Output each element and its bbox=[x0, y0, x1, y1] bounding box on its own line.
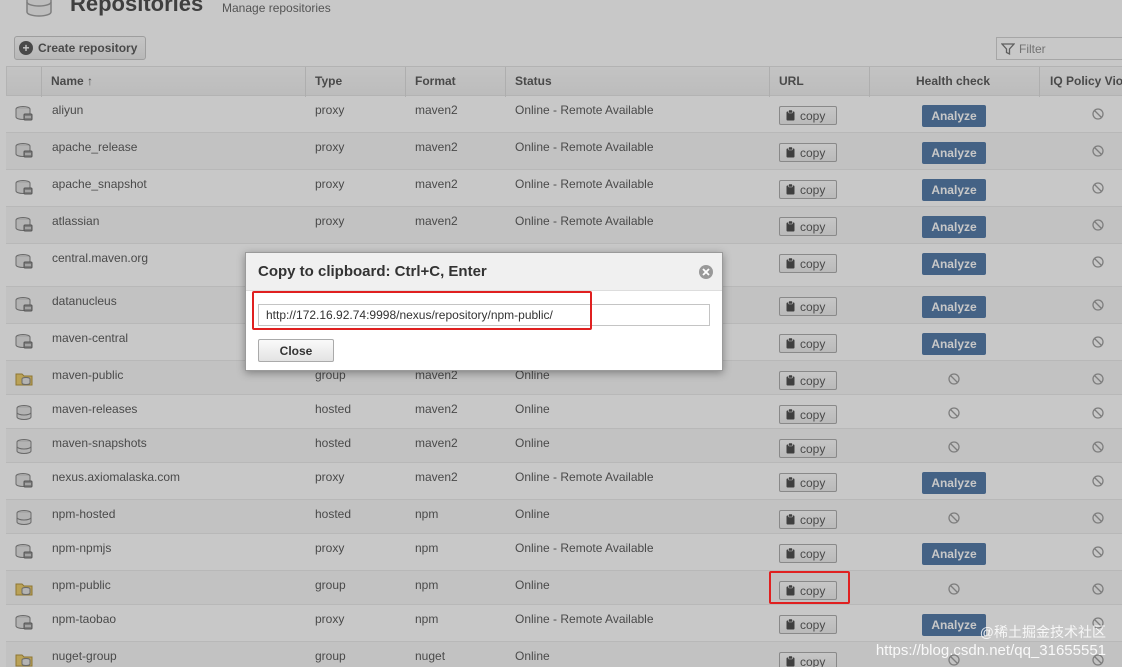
copy-highlight-box bbox=[769, 571, 850, 604]
close-icon[interactable] bbox=[698, 264, 714, 280]
watermark-line2: https://blog.csdn.net/qq_31655551 bbox=[875, 642, 1106, 659]
watermark-line1: @稀土掘金技术社区 bbox=[979, 624, 1106, 640]
watermark: @稀土掘金技术社区 https://blog.csdn.net/qq_31655… bbox=[876, 622, 1106, 659]
dialog-title: Copy to clipboard: Ctrl+C, Enter bbox=[258, 263, 487, 280]
dialog-header: Copy to clipboard: Ctrl+C, Enter bbox=[246, 253, 722, 291]
close-button[interactable]: Close bbox=[258, 339, 334, 362]
url-highlight-box bbox=[252, 291, 592, 330]
